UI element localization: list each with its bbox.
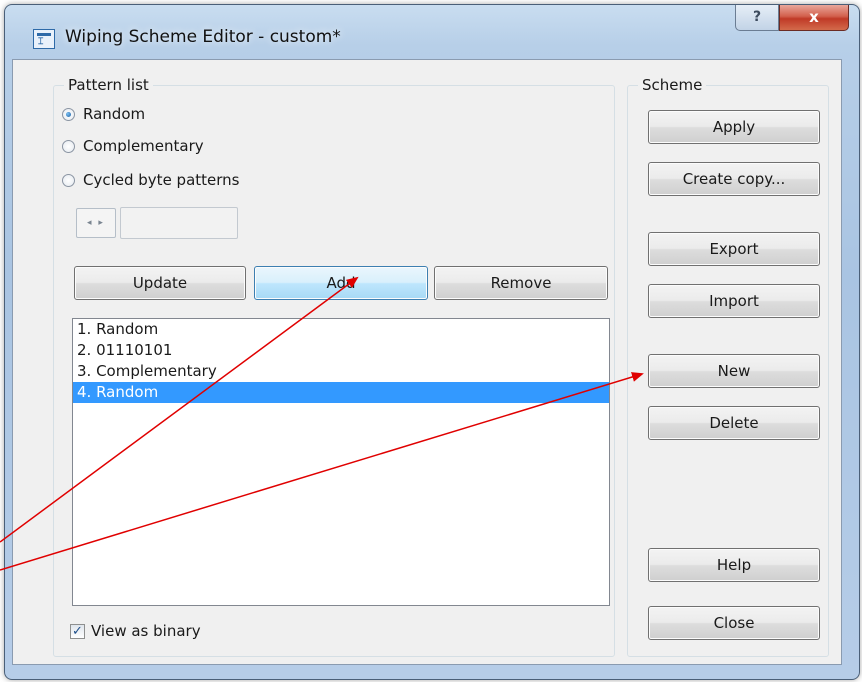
remove-button[interactable]: Remove: [434, 266, 608, 300]
view-as-binary-checkbox[interactable]: ✓: [70, 623, 85, 639]
spin-value-field[interactable]: [120, 207, 238, 239]
list-item[interactable]: 3. Complementary: [73, 361, 609, 382]
import-button[interactable]: Import: [648, 284, 820, 318]
radio-random[interactable]: Random: [62, 103, 145, 125]
new-button[interactable]: New: [648, 354, 820, 388]
radio-complementary[interactable]: Complementary: [62, 135, 204, 157]
view-as-binary-label: View as binary: [91, 622, 201, 640]
dialog-client-area: Pattern list Random Complementary Cycled…: [12, 59, 842, 665]
radio-cycled-byte-patterns[interactable]: Cycled byte patterns: [62, 169, 240, 191]
close-window-button[interactable]: x: [779, 5, 849, 31]
radio-label: Cycled byte patterns: [83, 171, 240, 189]
close-button[interactable]: Close: [648, 606, 820, 640]
title-bar[interactable]: ⌶ Wiping Scheme Editor - custom* ? x: [5, 5, 859, 65]
delete-button[interactable]: Delete: [648, 406, 820, 440]
help-caption-button[interactable]: ?: [735, 5, 779, 31]
export-button[interactable]: Export: [648, 232, 820, 266]
radio-button[interactable]: [62, 173, 75, 187]
pattern-listbox[interactable]: 1. Random 2. 01110101 3. Complementary 4…: [72, 318, 610, 606]
add-button[interactable]: Add: [254, 266, 428, 300]
update-button[interactable]: Update: [74, 266, 246, 300]
radio-label: Random: [83, 105, 146, 123]
radio-button[interactable]: [62, 107, 75, 121]
list-item-selected[interactable]: 4. Random: [73, 382, 609, 403]
help-button[interactable]: Help: [648, 548, 820, 582]
app-icon: ⌶: [33, 29, 55, 49]
window-title: Wiping Scheme Editor - custom*: [65, 27, 341, 47]
spinner-arrows[interactable]: ◂ ▸: [76, 208, 116, 238]
pattern-list-label: Pattern list: [64, 76, 153, 94]
list-item[interactable]: 1. Random: [73, 319, 609, 340]
scheme-label: Scheme: [638, 76, 707, 94]
radio-label: Complementary: [83, 137, 204, 155]
radio-button[interactable]: [62, 139, 75, 153]
apply-button[interactable]: Apply: [648, 110, 820, 144]
create-copy-button[interactable]: Create copy...: [648, 162, 820, 196]
view-as-binary-row[interactable]: ✓ View as binary: [70, 622, 201, 640]
list-item[interactable]: 2. 01110101: [73, 340, 609, 361]
scheme-group: Scheme Apply Create copy... Export Impor…: [627, 76, 829, 657]
pattern-list-group: Pattern list Random Complementary Cycled…: [53, 76, 615, 657]
